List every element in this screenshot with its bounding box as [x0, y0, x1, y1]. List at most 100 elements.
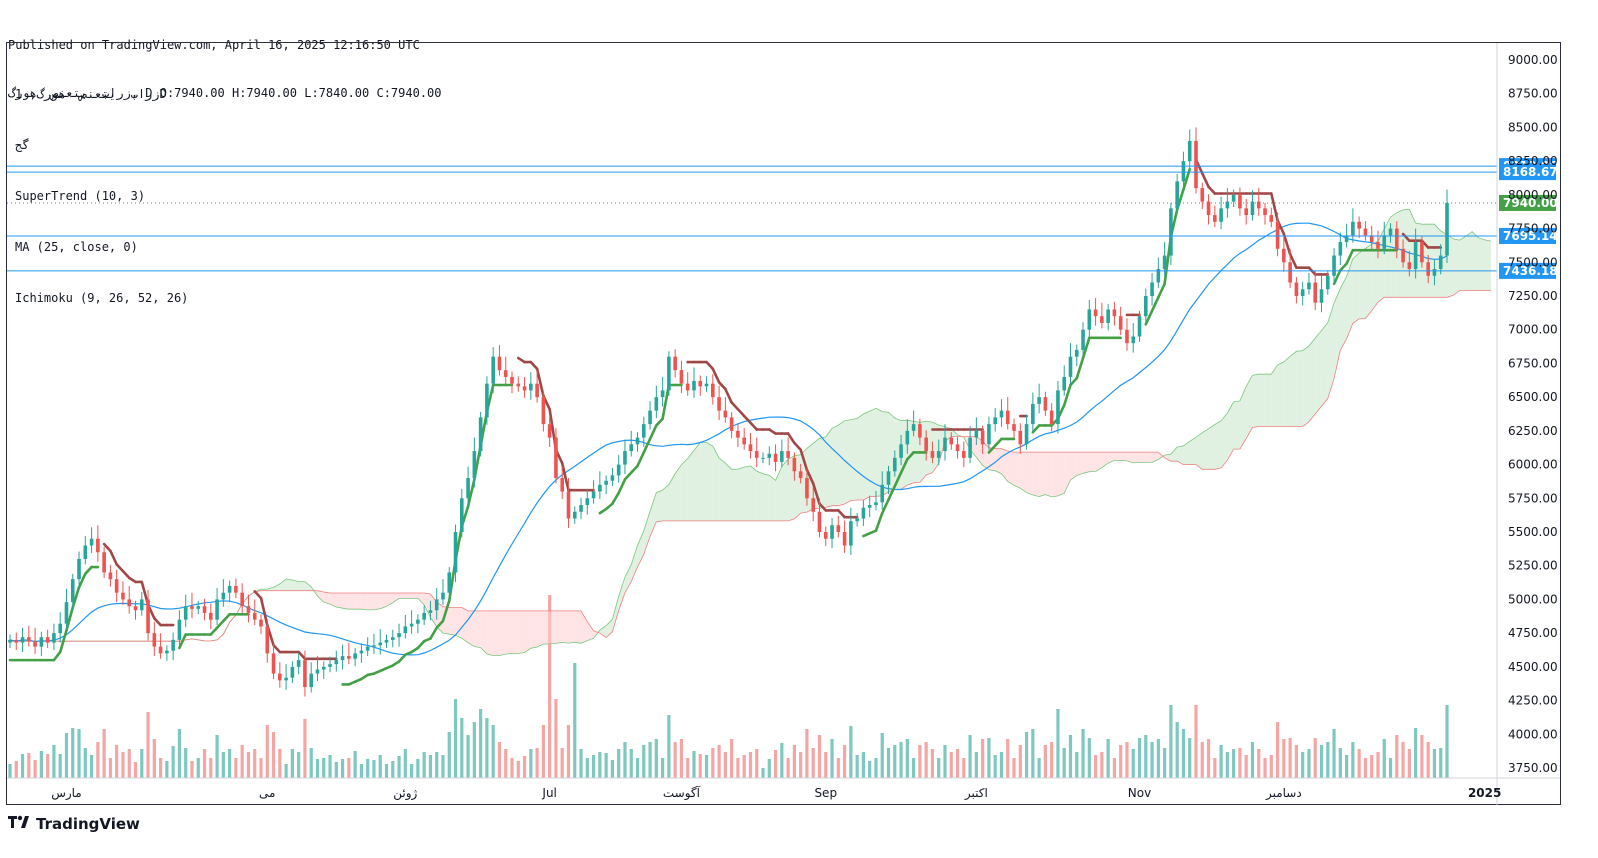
- cloud-segment: [1258, 374, 1266, 427]
- volume-bar: [366, 759, 370, 778]
- candle-body: [1438, 255, 1443, 270]
- candle-body: [962, 451, 966, 458]
- candle-body: [1187, 140, 1192, 162]
- volume-bar: [77, 729, 81, 778]
- price-tick-label: 4000.00: [1508, 727, 1558, 741]
- legend-ichimoku[interactable]: Ichimoku (9, 26, 52, 26): [15, 290, 188, 307]
- volume-bar: [805, 729, 809, 778]
- volume-bar: [1125, 742, 1129, 778]
- volume-bar: [1043, 745, 1047, 778]
- cloud-segment: [512, 610, 519, 654]
- candle-body: [89, 538, 94, 546]
- horizontal-levels: 8213.068168.677695.147436.187940.00: [7, 158, 1558, 279]
- candle-body: [849, 521, 853, 546]
- candle-body: [503, 370, 508, 377]
- cloud-segment: [1032, 452, 1040, 497]
- volume-bar: [1087, 738, 1091, 778]
- candle-body: [485, 383, 489, 418]
- volume-bar: [1238, 748, 1242, 778]
- volume-bar: [184, 748, 188, 778]
- volume-bar: [416, 759, 420, 778]
- volume-bar: [39, 751, 43, 778]
- candle-body: [1219, 208, 1223, 222]
- volume-bar: [1175, 722, 1179, 778]
- time-tick-label: دسامبر: [1265, 786, 1302, 801]
- price-tick-label: 5250.00: [1508, 559, 1558, 573]
- candle-body: [936, 451, 941, 458]
- volume-bar: [391, 761, 395, 778]
- cloud-segment: [1321, 322, 1328, 407]
- candle-body: [108, 572, 113, 580]
- volume-bar: [1432, 749, 1437, 778]
- candle-body: [648, 410, 652, 425]
- price-tick-label: 6250.00: [1508, 424, 1558, 438]
- candle-body: [1118, 316, 1123, 330]
- candle-body: [246, 606, 251, 613]
- candle-body: [654, 397, 659, 411]
- volume-bar: [33, 760, 37, 778]
- candle-body: [45, 637, 50, 643]
- volume-bar: [566, 725, 571, 778]
- cloud-segment: [825, 428, 833, 508]
- cloud-segment: [1428, 224, 1435, 298]
- supertrend-segment: [636, 451, 646, 468]
- volume-bar: [573, 663, 577, 778]
- supertrend-segment: [1031, 424, 1041, 434]
- volume-bar: [617, 749, 621, 778]
- volume-bar: [1338, 748, 1342, 778]
- supertrend-segment: [102, 542, 112, 553]
- candle-body: [974, 430, 979, 438]
- cloud-segment: [1308, 338, 1316, 422]
- candle-body: [271, 653, 276, 674]
- price-tick-label: 8250.00: [1508, 154, 1558, 168]
- candle-body: [729, 417, 734, 431]
- volume-bar: [1269, 755, 1273, 778]
- cloud-segment: [336, 593, 343, 609]
- candle-body: [566, 491, 571, 519]
- candle-body: [397, 633, 401, 638]
- volume-bar: [1401, 742, 1405, 778]
- volume-bar: [71, 728, 75, 778]
- candle-body: [748, 444, 753, 452]
- supertrend-segment: [397, 653, 407, 663]
- candle-body: [1231, 194, 1236, 202]
- volume-bar: [447, 732, 451, 778]
- volume-bar: [359, 764, 364, 778]
- cloud-segment: [1453, 238, 1460, 296]
- cloud-segment: [744, 465, 751, 521]
- cloud-segment: [568, 610, 575, 644]
- legend-supertrend[interactable]: SuperTrend (10, 3): [15, 188, 188, 205]
- candle-body: [1263, 208, 1267, 216]
- candle-body: [591, 491, 596, 499]
- tradingview-footer[interactable]: TradingView: [8, 815, 140, 833]
- volume-bar: [780, 743, 784, 778]
- candle-body: [215, 599, 219, 620]
- legend-ma[interactable]: MA (25, close, 0): [15, 239, 188, 256]
- volume-bar: [1100, 752, 1104, 778]
- cloud-segment: [1114, 452, 1121, 461]
- cloud-segment: [1170, 447, 1178, 462]
- volume-bar: [761, 768, 765, 778]
- candle-body: [780, 451, 784, 462]
- volume-bar: [654, 739, 658, 778]
- cloud-segment: [1007, 451, 1015, 486]
- candle-body: [1338, 242, 1343, 256]
- candle-body: [880, 484, 885, 503]
- supertrend-segment: [115, 563, 125, 573]
- volume-bar: [1093, 755, 1098, 778]
- cloud-segment: [624, 564, 632, 593]
- cloud-segment: [355, 593, 362, 610]
- volume-bar: [322, 758, 326, 778]
- volume-bars: [8, 595, 1449, 778]
- time-tick-label: اکتبر: [964, 786, 988, 801]
- candle-body: [183, 606, 188, 620]
- cloud-segment: [1076, 452, 1084, 476]
- candle-body: [554, 437, 558, 479]
- price-chart[interactable]: 8213.068168.677695.147436.187940.009000.…: [0, 0, 1598, 858]
- volume-bar: [1288, 738, 1292, 778]
- ichimoku-cloud: [10, 208, 1491, 656]
- cloud-segment: [1484, 239, 1491, 291]
- cloud-segment: [499, 610, 506, 656]
- price-tick-label: 3750.00: [1508, 761, 1558, 775]
- candle-body: [353, 653, 357, 659]
